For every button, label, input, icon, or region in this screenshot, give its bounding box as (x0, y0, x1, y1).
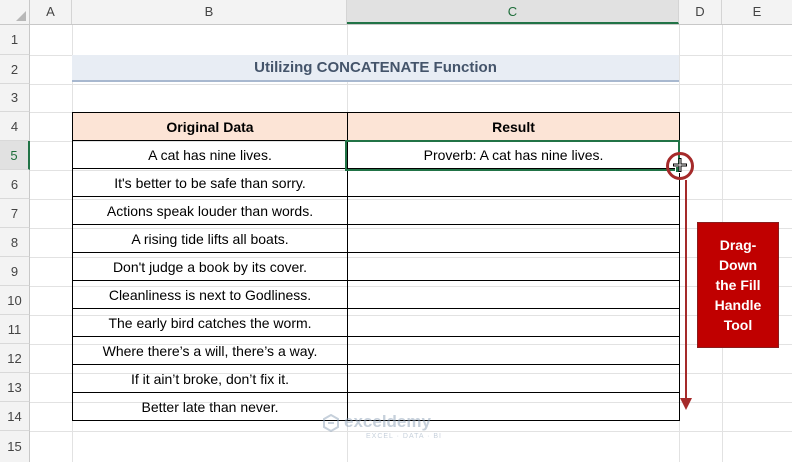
data-table: Original Data Result A cat has nine live… (72, 112, 680, 421)
table-row: Cleanliness is next to Godliness. (72, 280, 680, 309)
select-all-button[interactable] (0, 0, 30, 24)
table-header-row: Original Data Result (72, 112, 680, 141)
row-header-13[interactable]: 13 (0, 373, 30, 402)
original-data-cell[interactable]: It's better to be safe than sorry. (72, 168, 348, 197)
gridline (30, 84, 792, 85)
exceldemy-logo-icon (323, 414, 339, 432)
row-header-11[interactable]: 11 (0, 315, 30, 344)
table-row: Actions speak louder than words. (72, 196, 680, 225)
column-header-a[interactable]: A (30, 0, 72, 24)
result-cell[interactable] (347, 280, 680, 309)
table-row: A cat has nine lives. Proverb: A cat has… (72, 140, 680, 169)
row-header-4[interactable]: 4 (0, 112, 30, 141)
table-row: It's better to be safe than sorry. (72, 168, 680, 197)
row-header-10[interactable]: 10 (0, 286, 30, 315)
result-cell[interactable]: Proverb: A cat has nine lives. (347, 140, 680, 169)
row-header-5[interactable]: 5 (0, 141, 30, 170)
original-data-cell[interactable]: Where there’s a will, there’s a way. (72, 336, 348, 365)
row-header-2[interactable]: 2 (0, 55, 30, 84)
column-header-bar: A B C D E (0, 0, 792, 25)
result-cell[interactable] (347, 308, 680, 337)
original-data-cell[interactable]: Don't judge a book by its cover. (72, 252, 348, 281)
original-data-cell[interactable]: If it ain’t broke, don’t fix it. (72, 364, 348, 393)
drag-arrow-line (685, 180, 687, 400)
original-data-cell[interactable]: Cleanliness is next to Godliness. (72, 280, 348, 309)
result-cell[interactable] (347, 168, 680, 197)
table-row: If it ain’t broke, don’t fix it. (72, 364, 680, 393)
column-header-b[interactable]: B (72, 0, 347, 24)
result-cell[interactable] (347, 224, 680, 253)
result-cell[interactable] (347, 252, 680, 281)
row-header-9[interactable]: 9 (0, 257, 30, 286)
column-header-c[interactable]: C (347, 0, 679, 24)
original-data-cell[interactable]: A cat has nine lives. (72, 140, 348, 169)
table-row: A rising tide lifts all boats. (72, 224, 680, 253)
row-header-1[interactable]: 1 (0, 25, 30, 55)
header-result[interactable]: Result (347, 112, 680, 141)
result-cell[interactable] (347, 364, 680, 393)
callout-box: Drag- Down the Fill Handle Tool (697, 222, 779, 348)
original-data-cell[interactable]: The early bird catches the worm. (72, 308, 348, 337)
sheet-title[interactable]: Utilizing CONCATENATE Function (72, 55, 679, 82)
column-header-d[interactable]: D (679, 0, 722, 24)
table-row: Don't judge a book by its cover. (72, 252, 680, 281)
row-header-6[interactable]: 6 (0, 170, 30, 199)
row-header-15[interactable]: 15 (0, 431, 30, 462)
result-cell[interactable] (347, 336, 680, 365)
original-data-cell[interactable]: Actions speak louder than words. (72, 196, 348, 225)
row-header-8[interactable]: 8 (0, 228, 30, 257)
original-data-cell[interactable]: Better late than never. (72, 392, 348, 421)
row-header-3[interactable]: 3 (0, 84, 30, 112)
table-row: The early bird catches the worm. (72, 308, 680, 337)
row-header-12[interactable]: 12 (0, 344, 30, 373)
table-row: Where there’s a will, there’s a way. (72, 336, 680, 365)
select-all-triangle-icon (16, 11, 26, 21)
header-original-data[interactable]: Original Data (72, 112, 348, 141)
fill-handle-crosshair-icon (673, 158, 687, 172)
result-cell[interactable] (347, 196, 680, 225)
column-header-e[interactable]: E (722, 0, 792, 24)
original-data-cell[interactable]: A rising tide lifts all boats. (72, 224, 348, 253)
watermark-name: exceldemy (344, 412, 431, 431)
watermark-tagline: EXCEL · DATA · BI (366, 433, 442, 440)
row-header-14[interactable]: 14 (0, 402, 30, 431)
drag-arrow-head-icon (680, 398, 692, 410)
row-header-7[interactable]: 7 (0, 199, 30, 228)
